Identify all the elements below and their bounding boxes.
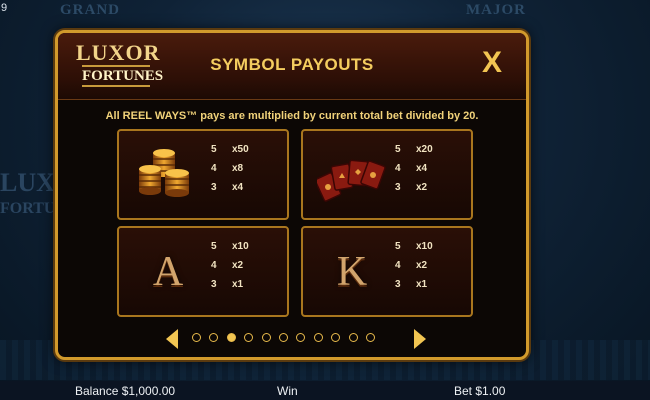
match-count: 3 bbox=[211, 279, 217, 290]
panel-header: LUXOR FORTUNES SYMBOL PAYOUTS X bbox=[58, 33, 526, 100]
match-count: 4 bbox=[395, 163, 401, 174]
payout-row: 5 x10 bbox=[207, 241, 287, 260]
previous-page-arrow-icon[interactable] bbox=[166, 329, 178, 349]
symbol-payouts-panel: LUXOR FORTUNES SYMBOL PAYOUTS X All REEL… bbox=[55, 30, 529, 360]
page-dot-1[interactable] bbox=[192, 333, 201, 342]
payout-list: 5 x10 4 x2 3 x1 bbox=[207, 241, 287, 298]
payout-list: 5 x50 4 x8 3 x4 bbox=[207, 144, 287, 201]
payout-row: 3 x2 bbox=[391, 182, 471, 201]
multiplier: x10 bbox=[416, 241, 433, 252]
page-dot-9[interactable] bbox=[331, 333, 341, 342]
symbol-card-ace: A 5 x10 4 x2 3 x1 bbox=[117, 226, 289, 317]
page-dot-5[interactable] bbox=[261, 333, 271, 342]
panel-title: SYMBOL PAYOUTS bbox=[210, 55, 374, 74]
payout-row: 4 x8 bbox=[207, 163, 287, 182]
page-dot-3[interactable] bbox=[226, 333, 236, 342]
payout-row: 4 x4 bbox=[391, 163, 471, 182]
major-jackpot-label: MAJOR bbox=[466, 2, 526, 18]
payout-row: 5 x20 bbox=[391, 144, 471, 163]
next-page-arrow-icon[interactable] bbox=[414, 329, 426, 349]
payout-row: 5 x10 bbox=[391, 241, 471, 260]
payout-note: All REEL WAYS™ pays are multiplied by cu… bbox=[105, 110, 479, 122]
multiplier: x8 bbox=[232, 163, 244, 174]
match-count: 3 bbox=[211, 182, 217, 193]
king-symbol: K bbox=[317, 242, 387, 302]
symbol-card-playing-cards: 5 x20 4 x4 3 x2 bbox=[301, 129, 473, 220]
payout-row: 3 x1 bbox=[391, 279, 471, 298]
win-display: Win bbox=[277, 384, 298, 398]
match-count: 5 bbox=[395, 241, 401, 252]
multiplier: x4 bbox=[232, 182, 244, 193]
ace-letter: A bbox=[152, 249, 184, 295]
payout-row: 4 x2 bbox=[207, 260, 287, 279]
page-dot-2[interactable] bbox=[209, 333, 219, 342]
status-bar: Balance $1,000.00 Win Bet $1.00 bbox=[0, 381, 650, 400]
ace-symbol: A bbox=[133, 242, 203, 302]
multiplier: x50 bbox=[232, 144, 249, 155]
balance-display: Balance $1,000.00 bbox=[75, 384, 176, 398]
page-dot-6[interactable] bbox=[278, 333, 288, 342]
page-dot-11[interactable] bbox=[365, 333, 375, 342]
multiplier: x2 bbox=[416, 182, 428, 193]
match-count: 4 bbox=[211, 260, 217, 271]
match-count: 3 bbox=[395, 279, 401, 290]
symbol-card-coins: 5 x50 4 x8 3 x4 bbox=[117, 129, 289, 220]
multiplier: x1 bbox=[416, 279, 428, 290]
payout-row: 3 x1 bbox=[207, 279, 287, 298]
close-button[interactable]: X bbox=[478, 48, 506, 78]
page-dot-7[interactable] bbox=[296, 333, 306, 342]
page-dot-8[interactable] bbox=[313, 333, 323, 342]
payout-row: 5 x50 bbox=[207, 144, 287, 163]
match-count: 4 bbox=[211, 163, 217, 174]
page-dot-4[interactable] bbox=[244, 333, 254, 342]
multiplier: x10 bbox=[232, 241, 249, 252]
multiplier: x4 bbox=[416, 163, 428, 174]
payout-row: 3 x4 bbox=[207, 182, 287, 201]
match-count: 5 bbox=[211, 144, 217, 155]
page-navigator bbox=[166, 329, 426, 349]
match-count: 4 bbox=[395, 260, 401, 271]
payout-list: 5 x10 4 x2 3 x1 bbox=[391, 241, 471, 298]
match-count: 5 bbox=[211, 241, 217, 252]
multiplier: x20 bbox=[416, 144, 433, 155]
multiplier: x1 bbox=[232, 279, 244, 290]
symbol-card-king: K 5 x10 4 x2 3 x1 bbox=[301, 226, 473, 317]
payout-list: 5 x20 4 x4 3 x2 bbox=[391, 144, 471, 201]
grand-jackpot-label: GRAND bbox=[60, 2, 120, 18]
page-dot-10[interactable] bbox=[348, 333, 358, 342]
playing-cards-icon bbox=[314, 145, 387, 205]
match-count: 3 bbox=[395, 182, 401, 193]
multiplier: x2 bbox=[232, 260, 244, 271]
multiplier: x2 bbox=[416, 260, 428, 271]
king-letter: K bbox=[336, 249, 368, 295]
coin-stack-icon bbox=[133, 145, 203, 205]
bet-display[interactable]: Bet $1.00 bbox=[454, 384, 505, 398]
page-dots bbox=[192, 333, 383, 351]
match-count: 5 bbox=[395, 144, 401, 155]
payout-row: 4 x2 bbox=[391, 260, 471, 279]
corner-indicator: 9 bbox=[1, 2, 8, 14]
